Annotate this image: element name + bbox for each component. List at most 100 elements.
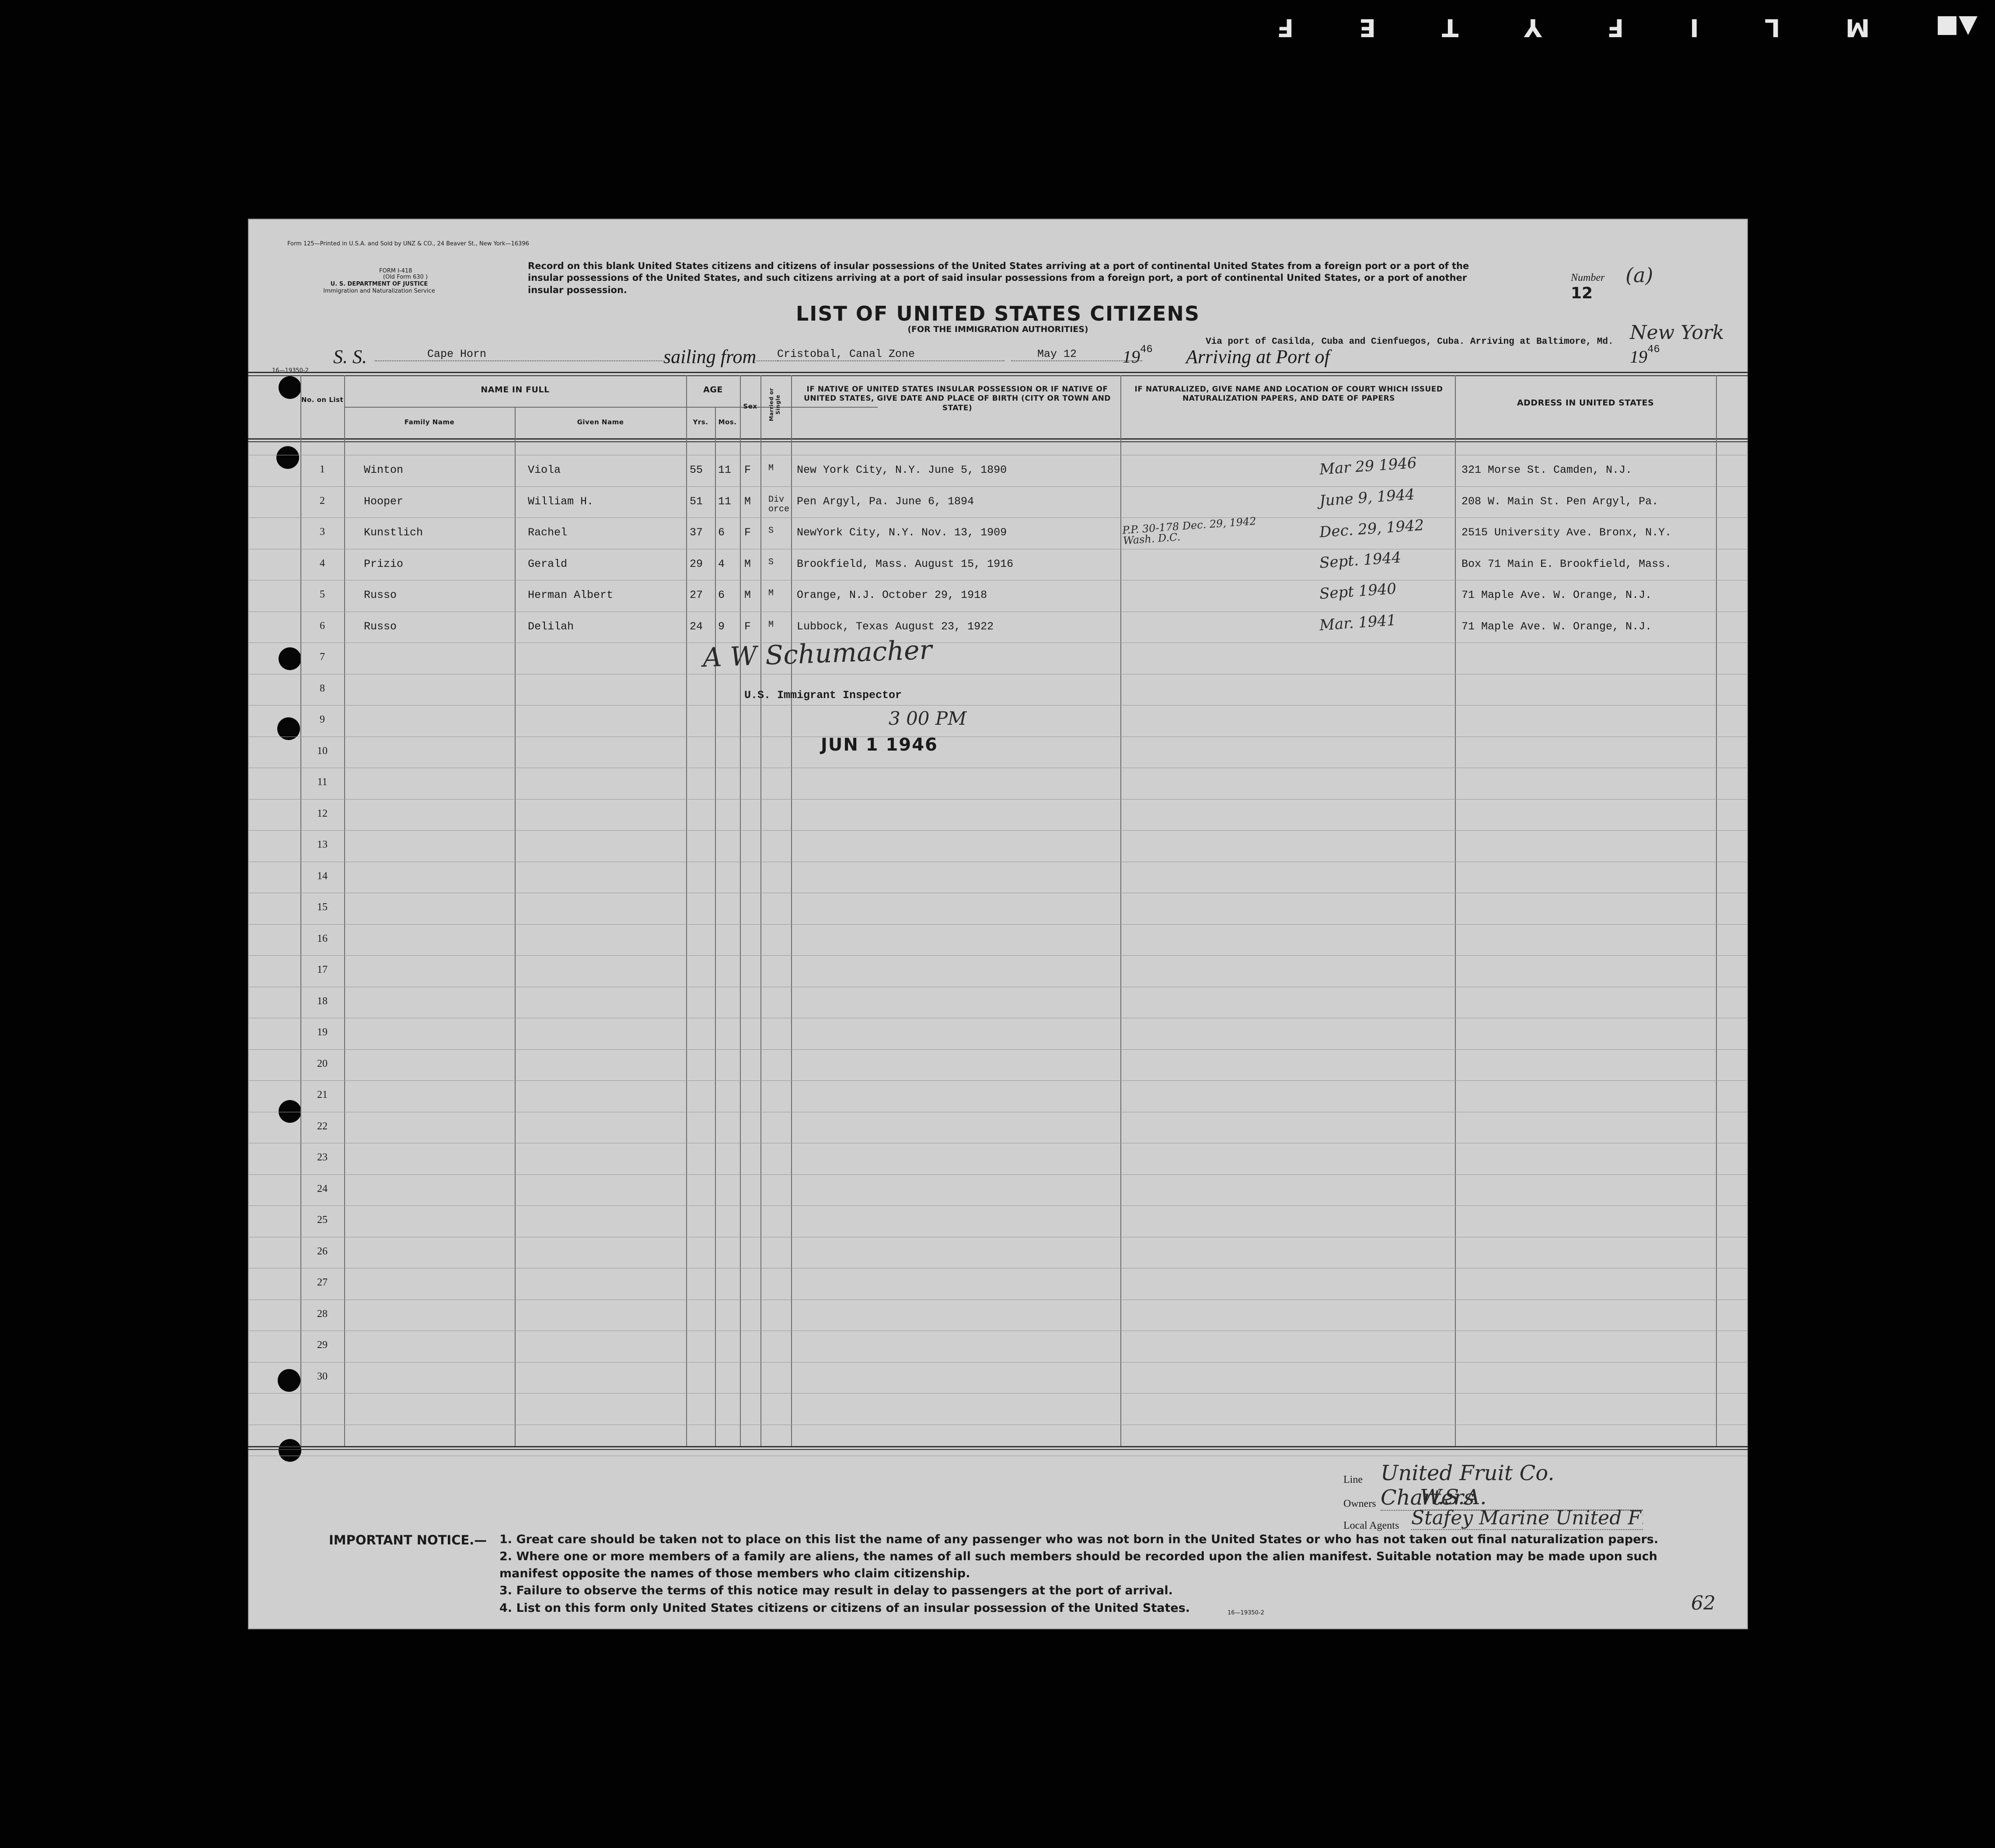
row-number: 7 bbox=[320, 651, 325, 663]
inspector-title: U.S. Immigrant Inspector bbox=[744, 689, 902, 702]
ruled-line bbox=[248, 486, 1748, 487]
row-number: 1 bbox=[320, 464, 325, 475]
row-number: 6 bbox=[320, 620, 325, 632]
col-birth: IF NATIVE OF UNITED STATES INSULAR POSSE… bbox=[804, 385, 1111, 412]
ruled-line bbox=[248, 1174, 1748, 1175]
age-years-cell: 55 bbox=[690, 464, 703, 476]
row-number: 22 bbox=[317, 1120, 328, 1132]
row-number: 8 bbox=[320, 682, 325, 694]
ruled-line bbox=[248, 1205, 1748, 1206]
sex-cell: F bbox=[744, 620, 751, 633]
row-number: 29 bbox=[317, 1339, 328, 1351]
film-edge-markings: F E T Y F I L M ▲■ bbox=[1277, 13, 1978, 42]
date-stamp: JUN 1 1946 bbox=[821, 735, 938, 755]
family-name-cell: Russo bbox=[364, 620, 397, 633]
number-label: Number bbox=[1571, 272, 1605, 283]
film-edge-letter: I bbox=[1689, 13, 1699, 42]
film-edge-letter: Y bbox=[1524, 13, 1542, 42]
ruled-line bbox=[248, 830, 1748, 831]
given-name-cell: Rachel bbox=[528, 526, 568, 539]
film-edge-letter: E bbox=[1359, 13, 1376, 42]
arriving-label: Arriving at Port of bbox=[1186, 346, 1330, 367]
page-mark: 62 bbox=[1691, 1592, 1716, 1614]
col-married-single: Married or Single bbox=[768, 388, 781, 422]
given-name-cell: Delilah bbox=[528, 620, 574, 633]
number-handwritten: (a) bbox=[1625, 263, 1653, 287]
row-number: 5 bbox=[320, 589, 325, 600]
row-number: 28 bbox=[317, 1308, 328, 1320]
row-number: 30 bbox=[317, 1370, 328, 1382]
year-suffix: 46 bbox=[1140, 344, 1153, 356]
sex-cell: F bbox=[744, 464, 751, 476]
naturalization-cell bbox=[1123, 546, 1266, 556]
notice-item: 1. Great care should be taken not to pla… bbox=[499, 1533, 1659, 1546]
notice-heading: IMPORTANT NOTICE.— bbox=[329, 1533, 487, 1548]
naturalization-cell bbox=[1123, 484, 1266, 494]
manifest-sheet: Form 125—Printed in U.S.A. and Sold by U… bbox=[248, 219, 1748, 1629]
film-edge-letter: F bbox=[1607, 13, 1624, 42]
given-name-cell: Viola bbox=[528, 464, 561, 476]
naturalization-date-cell: June 9, 1944 bbox=[1318, 485, 1416, 510]
naturalization-cell bbox=[1123, 452, 1266, 462]
row-number: 16 bbox=[317, 933, 328, 944]
col-no-on-list: No. on List bbox=[301, 396, 344, 404]
age-years-cell: 37 bbox=[690, 526, 703, 539]
old-form: (Old Form 630 ) bbox=[383, 274, 428, 280]
row-number: 3 bbox=[320, 526, 325, 538]
marital-cell: M bbox=[768, 588, 774, 598]
local-agents-value: Stafey Marine United Fruit Co. bbox=[1411, 1507, 1643, 1530]
age-years-cell: 24 bbox=[690, 620, 703, 633]
family-name-cell: Winton bbox=[364, 464, 404, 476]
marital-cell: Div orce bbox=[768, 494, 790, 514]
age-months-cell: 11 bbox=[718, 495, 732, 508]
ruled-line bbox=[248, 799, 1748, 800]
naturalization-cell bbox=[1123, 609, 1266, 619]
age-years-cell: 51 bbox=[690, 495, 703, 508]
notice-item: 3. Failure to observe the terms of this … bbox=[499, 1584, 1173, 1598]
given-name-cell: Gerald bbox=[528, 557, 568, 570]
film-edge-letter: T bbox=[1441, 13, 1458, 42]
col-yrs: Yrs. bbox=[693, 418, 708, 426]
row-number: 25 bbox=[317, 1214, 328, 1226]
naturalization-cell: P.P. 30-178 Dec. 29, 1942 Wash. D.C. bbox=[1122, 515, 1257, 547]
sex-cell: M bbox=[744, 495, 751, 508]
row-number: 2 bbox=[320, 495, 325, 507]
notice-item: 2. Where one or more members of a family… bbox=[499, 1550, 1657, 1581]
row-number: 20 bbox=[317, 1058, 328, 1069]
col-mos: Mos. bbox=[718, 418, 737, 426]
row-number: 27 bbox=[317, 1277, 328, 1288]
age-years-cell: 27 bbox=[690, 589, 703, 601]
row-number: 12 bbox=[317, 807, 328, 819]
ruled-line bbox=[248, 517, 1748, 518]
birth-cell: Pen Argyl, Pa. June 6, 1894 bbox=[797, 495, 974, 508]
birth-cell: New York City, N.Y. June 5, 1890 bbox=[797, 464, 1007, 476]
address-cell: 2515 University Ave. Bronx, N.Y. bbox=[1461, 526, 1672, 539]
ruled-line bbox=[248, 705, 1748, 706]
given-name-cell: William H. bbox=[528, 495, 594, 508]
port-handwritten: New York bbox=[1630, 321, 1724, 344]
local-agents-label: Local Agents bbox=[1343, 1520, 1399, 1531]
film-edge-letter: ▲■ bbox=[1936, 13, 1978, 42]
birth-cell: Orange, N.J. October 29, 1918 bbox=[797, 589, 987, 601]
footer-code: 16—19350-2 bbox=[1228, 1610, 1264, 1616]
sex-cell: M bbox=[744, 589, 751, 601]
row-number: 14 bbox=[317, 870, 328, 882]
birth-cell: Brookfield, Mass. August 15, 1916 bbox=[797, 557, 1014, 570]
birth-cell: NewYork City, N.Y. Nov. 13, 1909 bbox=[797, 526, 1007, 539]
year2-suffix: 46 bbox=[1647, 344, 1660, 356]
naturalization-date-cell: Sept 1940 bbox=[1318, 580, 1397, 603]
film-edge-letter: M bbox=[1845, 13, 1870, 42]
marital-cell: M bbox=[768, 463, 774, 473]
ss-label: S. S. bbox=[333, 346, 367, 367]
naturalization-cell bbox=[1123, 577, 1266, 587]
notice-item: 4. List on this form only United States … bbox=[499, 1601, 1190, 1615]
number-value: 12 bbox=[1571, 284, 1593, 302]
row-number: 21 bbox=[317, 1089, 328, 1100]
service-name: Immigration and Naturalization Service bbox=[323, 288, 435, 294]
row-number: 18 bbox=[317, 995, 328, 1007]
address-cell: 71 Maple Ave. W. Orange, N.J. bbox=[1461, 589, 1652, 601]
page-title: LIST OF UNITED STATES CITIZENS bbox=[795, 302, 1200, 325]
address-cell: 208 W. Main St. Pen Argyl, Pa. bbox=[1461, 495, 1659, 508]
naturalization-date-cell: Sept. 1944 bbox=[1318, 548, 1402, 572]
ruled-line bbox=[248, 1080, 1748, 1081]
